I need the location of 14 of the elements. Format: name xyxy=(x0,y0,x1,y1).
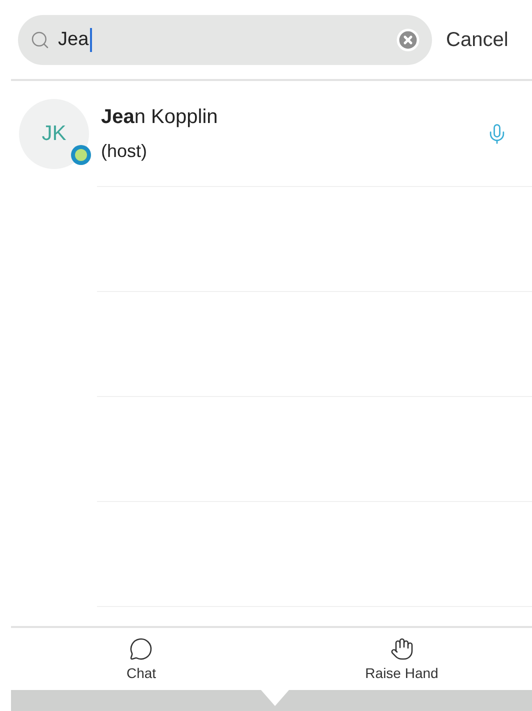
cancel-button[interactable]: Cancel xyxy=(446,28,508,52)
chat-button[interactable]: Chat xyxy=(11,628,272,690)
status-badge-icon xyxy=(69,142,93,166)
participant-role: (host) xyxy=(101,140,148,162)
search-icon xyxy=(30,30,50,50)
hand-icon xyxy=(390,637,414,661)
search-field[interactable]: Jea xyxy=(18,15,432,65)
clear-icon[interactable] xyxy=(396,28,420,52)
avatar-initials: JK xyxy=(42,122,66,146)
chat-bubble-icon xyxy=(129,637,154,661)
text-cursor xyxy=(90,28,92,52)
raise-hand-button[interactable]: Raise Hand xyxy=(272,628,532,690)
participant-name: Jean Kopplin xyxy=(101,106,219,128)
search-text: Jea xyxy=(58,29,89,51)
